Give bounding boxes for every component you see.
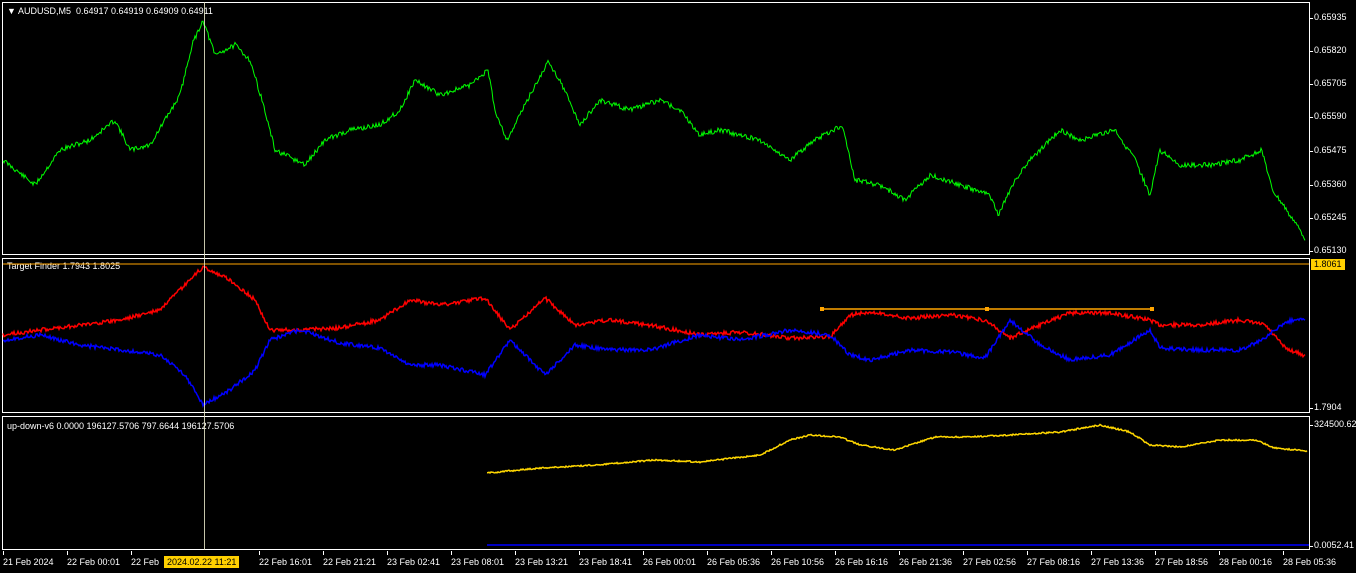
price-tick: 0.65475 [1310, 145, 1347, 155]
price-tick: 0.65590 [1310, 111, 1347, 121]
time-tick: 23 Feb 02:41 [387, 551, 441, 567]
tf-bottom-value: 1.7904 [1310, 402, 1342, 412]
trendline-handle-right[interactable] [1150, 307, 1154, 311]
trendline-handle-mid[interactable] [985, 307, 989, 311]
time-tick: 26 Feb 05:36 [707, 551, 761, 567]
target-finder-series [2, 265, 1306, 408]
tf-top-value-tag: 1.8061 [1311, 259, 1345, 270]
price-tick: 0.65705 [1310, 78, 1347, 88]
price-axis[interactable]: 0.65935 0.65820 0.65705 0.65590 0.65475 … [1309, 0, 1356, 573]
time-tick: 26 Feb 00:01 [643, 551, 697, 567]
time-tick: 22 Feb 00:01 [67, 551, 121, 567]
price-tick: 0.65820 [1310, 45, 1347, 55]
time-tick: 21 Feb 2024 [3, 551, 54, 567]
trendline-object[interactable] [820, 307, 1154, 311]
price-tick: 0.65935 [1310, 12, 1347, 22]
updown-bottom-value: 0.0052.41 [1309, 540, 1355, 550]
price-series [2, 20, 1306, 241]
time-tick: 27 Feb 13:36 [1091, 551, 1145, 567]
time-tick: 26 Feb 16:16 [835, 551, 889, 567]
updown-top-value: 324500.62 [1310, 419, 1356, 429]
time-tick: 27 Feb 18:56 [1155, 551, 1209, 567]
time-tick: 22 Feb 21:21 [323, 551, 377, 567]
price-tick: 0.65130 [1310, 245, 1347, 255]
price-tick: 0.65245 [1310, 212, 1347, 222]
time-tick: 22 Feb [131, 551, 160, 567]
time-tick: 23 Feb 18:41 [579, 551, 633, 567]
time-tick: 27 Feb 02:56 [963, 551, 1017, 567]
time-tick: 26 Feb 21:36 [899, 551, 953, 567]
time-tick: 28 Feb 05:36 [1283, 551, 1337, 567]
tf-blue-line [2, 316, 1306, 408]
updown-series [486, 423, 1308, 475]
price-line [2, 20, 1306, 241]
crosshair-date-tag: 2024.02.22 11:21 [164, 556, 240, 568]
updown-line [486, 423, 1308, 475]
price-tick: 0.65360 [1310, 179, 1347, 189]
time-tick: 23 Feb 08:01 [451, 551, 505, 567]
crosshair-vertical[interactable] [204, 2, 205, 550]
time-tick: 28 Feb 00:16 [1219, 551, 1273, 567]
trendline-handle-left[interactable] [820, 307, 824, 311]
time-tick: 22 Feb 16:01 [259, 551, 313, 567]
time-tick: 23 Feb 13:21 [515, 551, 569, 567]
time-tick: 26 Feb 10:56 [771, 551, 825, 567]
time-tick: 27 Feb 08:16 [1027, 551, 1081, 567]
chart-canvas [2, 20, 1309, 546]
tf-red-line [2, 265, 1306, 359]
